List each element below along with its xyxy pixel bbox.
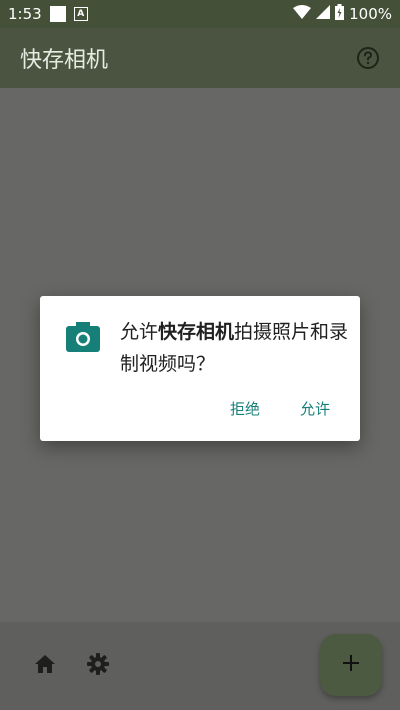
help-icon[interactable] <box>356 46 380 70</box>
settings-gear-icon[interactable] <box>86 652 110 680</box>
dialog-msg-prefix: 允许 <box>120 321 159 343</box>
signal-icon <box>316 5 331 23</box>
status-bar: 1:53 A 100% <box>0 0 400 28</box>
deny-button[interactable]: 拒绝 <box>230 398 260 419</box>
dialog-app-name: 快存相机 <box>158 321 235 343</box>
camera-icon <box>66 322 100 356</box>
plus-icon <box>341 653 361 677</box>
dialog-message: 允许快存相机拍摄照片和录制视频吗？ <box>120 316 350 380</box>
wifi-icon <box>293 5 312 23</box>
notification-square-icon <box>49 6 66 22</box>
app-title: 快存相机 <box>20 48 109 73</box>
battery-icon <box>335 4 345 24</box>
status-time: 1:53 <box>8 5 42 23</box>
add-fab-button[interactable] <box>320 634 382 696</box>
battery-percent: 100% <box>349 5 392 23</box>
notification-a-icon: A <box>73 7 88 21</box>
allow-button[interactable]: 允许 <box>300 398 330 419</box>
app-bar: 快存相机 <box>0 28 400 88</box>
permission-dialog: 允许快存相机拍摄照片和录制视频吗？ 拒绝 允许 <box>40 296 360 441</box>
home-icon[interactable] <box>33 652 57 680</box>
